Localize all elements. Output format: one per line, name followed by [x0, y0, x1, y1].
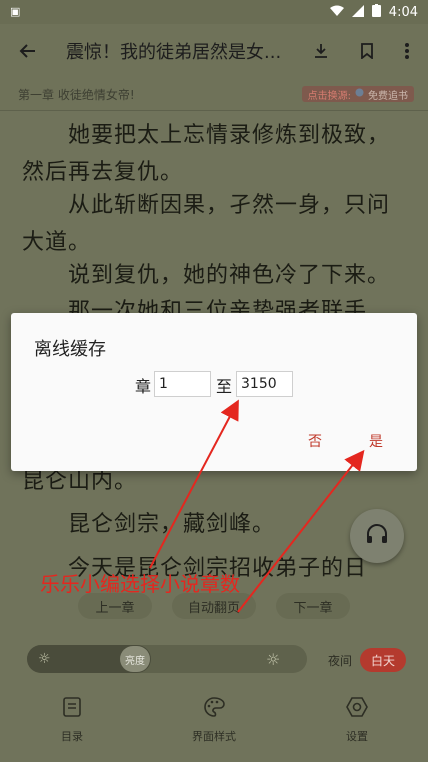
annotation-text: 乐乐小编选择小说章数	[40, 572, 240, 596]
arrow-to-confirm	[237, 449, 365, 613]
annotation-arrows	[149, 399, 365, 613]
arrow-to-input	[149, 399, 239, 569]
